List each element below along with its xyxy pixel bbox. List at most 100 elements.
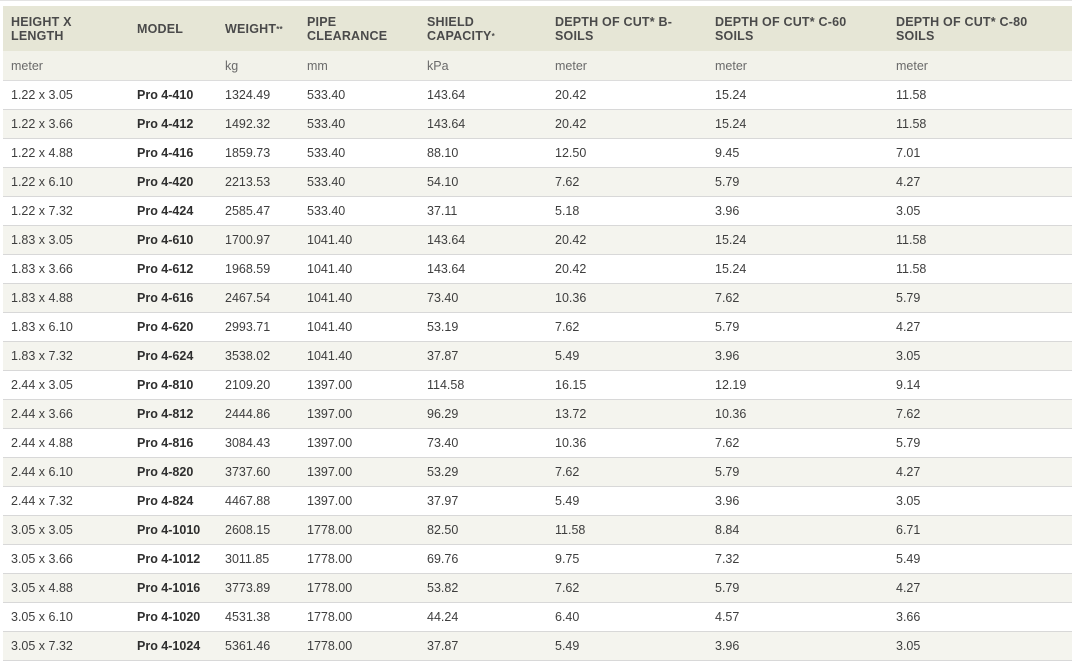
shield-capacity-cell: 114.58 xyxy=(419,370,547,400)
depth-c80-cell: 3.05 xyxy=(888,341,1072,371)
unit-cell: meter xyxy=(888,51,1072,81)
shield-capacity-cell: 44.24 xyxy=(419,602,547,632)
depth-b-cell: 20.42 xyxy=(547,80,707,110)
pipe-clearance-cell: 1041.40 xyxy=(299,341,419,371)
pipe-clearance-cell: 1397.00 xyxy=(299,457,419,487)
size-cell: 2.44 x 7.32 xyxy=(3,486,129,516)
pipe-clearance-cell: 1778.00 xyxy=(299,515,419,545)
pipe-clearance-cell: 1778.00 xyxy=(299,573,419,603)
depth-c60-cell: 15.24 xyxy=(707,80,888,110)
depth-c80-cell: 4.27 xyxy=(888,573,1072,603)
depth-c60-cell: 3.96 xyxy=(707,486,888,516)
depth-b-cell: 16.15 xyxy=(547,370,707,400)
size-cell: 1.22 x 3.66 xyxy=(3,109,129,139)
depth-b-cell: 10.36 xyxy=(547,283,707,313)
table-row: 1.83 x 3.05 Pro 4-610 1700.97 1041.40 143.64… xyxy=(3,225,1072,255)
table-row: 1.83 x 3.66 Pro 4-612 1968.59 1041.40 143.64… xyxy=(3,254,1072,284)
model-cell: Pro 4-1016 xyxy=(129,573,217,603)
table-body: 1.22 x 3.05 Pro 4-410 1324.49 533.40 143.64 2… xyxy=(3,80,1072,661)
unit-cell: meter xyxy=(3,51,129,81)
model-cell: Pro 4-1020 xyxy=(129,602,217,632)
table-row: 2.44 x 6.10 Pro 4-820 3737.60 1397.00 53.29 7… xyxy=(3,457,1072,487)
shield-capacity-cell: 82.50 xyxy=(419,515,547,545)
header-model: Model xyxy=(129,6,217,51)
table-row: 1.22 x 7.32 Pro 4-424 2585.47 533.40 37.11 5.… xyxy=(3,196,1072,226)
depth-c60-cell: 12.19 xyxy=(707,370,888,400)
pipe-clearance-cell: 1778.00 xyxy=(299,631,419,661)
depth-c80-cell: 11.58 xyxy=(888,254,1072,284)
shield-capacity-cell: 143.64 xyxy=(419,225,547,255)
model-cell: Pro 4-812 xyxy=(129,399,217,429)
header-height-x-length: Height X Length xyxy=(3,6,129,51)
shield-capacity-cell: 73.40 xyxy=(419,428,547,458)
size-cell: 1.83 x 3.05 xyxy=(3,225,129,255)
table-row: 1.83 x 7.32 Pro 4-624 3538.02 1041.40 37.87 5… xyxy=(3,341,1072,371)
table-row: 3.05 x 3.66 Pro 4-1012 3011.85 1778.00 69.76… xyxy=(3,544,1072,574)
weight-cell: 2993.71 xyxy=(217,312,299,342)
model-cell: Pro 4-816 xyxy=(129,428,217,458)
shield-capacity-cell: 37.87 xyxy=(419,341,547,371)
pipe-clearance-cell: 1397.00 xyxy=(299,486,419,516)
shield-capacity-cell: 73.40 xyxy=(419,283,547,313)
pipe-clearance-cell: 1778.00 xyxy=(299,544,419,574)
size-cell: 1.22 x 7.32 xyxy=(3,196,129,226)
size-cell: 2.44 x 4.88 xyxy=(3,428,129,458)
shield-capacity-cell: 143.64 xyxy=(419,254,547,284)
depth-c80-cell: 11.58 xyxy=(888,109,1072,139)
depth-c60-cell: 5.79 xyxy=(707,312,888,342)
unit-cell xyxy=(129,51,217,81)
depth-b-cell: 6.40 xyxy=(547,602,707,632)
model-cell: Pro 4-1024 xyxy=(129,631,217,661)
size-cell: 1.83 x 6.10 xyxy=(3,312,129,342)
table-row: 3.05 x 4.88 Pro 4-1016 3773.89 1778.00 53.82… xyxy=(3,573,1072,603)
model-cell: Pro 4-824 xyxy=(129,486,217,516)
model-cell: Pro 4-624 xyxy=(129,341,217,371)
unit-cell: meter xyxy=(547,51,707,81)
depth-c80-cell: 5.79 xyxy=(888,428,1072,458)
unit-cell: meter xyxy=(707,51,888,81)
model-cell: Pro 4-412 xyxy=(129,109,217,139)
weight-cell: 2109.20 xyxy=(217,370,299,400)
depth-b-cell: 5.49 xyxy=(547,341,707,371)
weight-cell: 1968.59 xyxy=(217,254,299,284)
depth-c80-cell: 11.58 xyxy=(888,80,1072,110)
model-cell: Pro 4-616 xyxy=(129,283,217,313)
weight-cell: 1492.32 xyxy=(217,109,299,139)
pipe-clearance-cell: 1041.40 xyxy=(299,312,419,342)
weight-cell: 2444.86 xyxy=(217,399,299,429)
pipe-clearance-cell: 1397.00 xyxy=(299,428,419,458)
header-weight: Weight** xyxy=(217,6,299,51)
unit-cell: kPa xyxy=(419,51,547,81)
weight-cell: 5361.46 xyxy=(217,631,299,661)
model-cell: Pro 4-1010 xyxy=(129,515,217,545)
model-cell: Pro 4-620 xyxy=(129,312,217,342)
header-row: Height X Length Model Weight** Pipe Clea… xyxy=(3,6,1072,51)
model-cell: Pro 4-612 xyxy=(129,254,217,284)
depth-c60-cell: 15.24 xyxy=(707,225,888,255)
depth-b-cell: 5.49 xyxy=(547,486,707,516)
pipe-clearance-cell: 533.40 xyxy=(299,196,419,226)
depth-c60-cell: 15.24 xyxy=(707,109,888,139)
weight-cell: 2585.47 xyxy=(217,196,299,226)
depth-c80-cell: 6.71 xyxy=(888,515,1072,545)
depth-c80-cell: 5.79 xyxy=(888,283,1072,313)
pipe-clearance-cell: 1041.40 xyxy=(299,283,419,313)
header-pipe-clearance: Pipe Clearance xyxy=(299,6,419,51)
pipe-clearance-cell: 1778.00 xyxy=(299,602,419,632)
depth-c60-cell: 3.96 xyxy=(707,196,888,226)
table-row: 3.05 x 6.10 Pro 4-1020 4531.38 1778.00 44.24… xyxy=(3,602,1072,632)
depth-b-cell: 12.50 xyxy=(547,138,707,168)
depth-c80-cell: 3.05 xyxy=(888,196,1072,226)
depth-b-cell: 7.62 xyxy=(547,457,707,487)
model-cell: Pro 4-610 xyxy=(129,225,217,255)
shield-capacity-cell: 53.82 xyxy=(419,573,547,603)
weight-cell: 4531.38 xyxy=(217,602,299,632)
pipe-clearance-cell: 1041.40 xyxy=(299,254,419,284)
pipe-clearance-cell: 1041.40 xyxy=(299,225,419,255)
depth-c60-cell: 7.32 xyxy=(707,544,888,574)
shield-capacity-cell: 96.29 xyxy=(419,399,547,429)
depth-c80-cell: 7.01 xyxy=(888,138,1072,168)
depth-c80-cell: 7.62 xyxy=(888,399,1072,429)
depth-c60-cell: 10.36 xyxy=(707,399,888,429)
pipe-clearance-cell: 533.40 xyxy=(299,80,419,110)
